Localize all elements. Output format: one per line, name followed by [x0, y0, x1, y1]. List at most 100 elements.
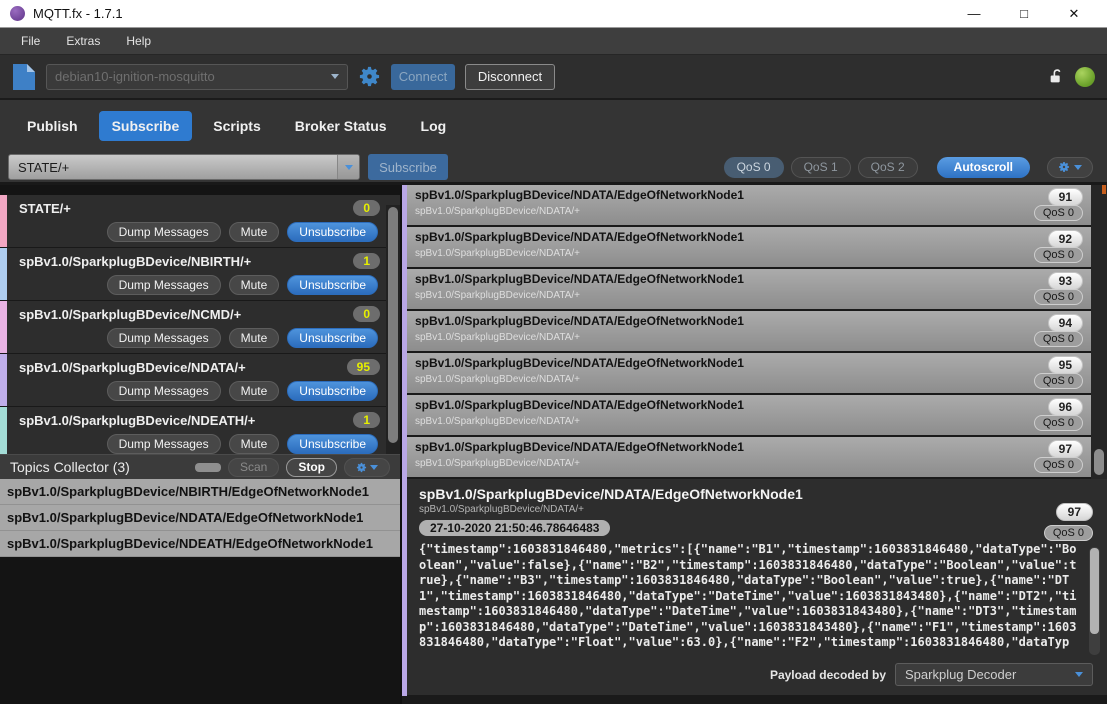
chevron-down-icon — [331, 74, 339, 79]
tab-publish[interactable]: Publish — [14, 111, 91, 141]
qos0-button[interactable]: QoS 0 — [724, 157, 784, 178]
unsubscribe-button[interactable]: Unsubscribe — [287, 381, 378, 401]
maximize-button[interactable]: □ — [999, 6, 1049, 22]
tab-log[interactable]: Log — [408, 111, 460, 141]
scan-button[interactable]: Scan — [228, 458, 279, 477]
subscription-card[interactable]: spBv1.0/SparkplugBDevice/NBIRTH/+ 1 Dump… — [0, 248, 400, 301]
dump-messages-button[interactable]: Dump Messages — [107, 222, 221, 242]
message-qos-badge: QoS 0 — [1034, 205, 1083, 221]
subscribe-topic-dropdown[interactable]: STATE/+ — [8, 154, 360, 180]
menu-item[interactable]: File — [8, 34, 53, 48]
subscription-card[interactable]: spBv1.0/SparkplugBDevice/NDATA/+ 95 Dump… — [0, 354, 400, 407]
subscription-topic: spBv1.0/SparkplugBDevice/NDEATH/+ — [19, 413, 353, 428]
message-topic: spBv1.0/SparkplugBDevice/NDATA/EdgeOfNet… — [415, 440, 1083, 455]
collected-topic-row[interactable]: spBv1.0/SparkplugBDevice/NDEATH/EdgeOfNe… — [0, 531, 400, 557]
message-qos-badge: QoS 0 — [1034, 457, 1083, 473]
subscription-topic: spBv1.0/SparkplugBDevice/NCMD/+ — [19, 307, 353, 322]
subscriptions-scrollbar[interactable] — [386, 205, 400, 454]
unsubscribe-button[interactable]: Unsubscribe — [287, 222, 378, 242]
collector-options-button[interactable] — [344, 458, 390, 477]
subscribe-options-button[interactable] — [1047, 157, 1093, 178]
mute-button[interactable]: Mute — [229, 222, 280, 242]
subscription-card[interactable]: STATE/+ 0 Dump Messages Mute Unsubscribe — [0, 195, 400, 248]
mute-button[interactable]: Mute — [229, 381, 280, 401]
minimize-button[interactable]: — — [949, 6, 999, 22]
message-row[interactable]: spBv1.0/SparkplugBDevice/NDATA/EdgeOfNet… — [407, 269, 1091, 309]
message-subscription: spBv1.0/SparkplugBDevice/NDATA/+ — [415, 332, 1083, 344]
collected-topic-row[interactable]: spBv1.0/SparkplugBDevice/NDATA/EdgeOfNet… — [0, 505, 400, 531]
profile-dropdown-value: debian10-ignition-mosquitto — [55, 69, 331, 84]
tab-subscribe[interactable]: Subscribe — [99, 111, 193, 141]
dump-messages-button[interactable]: Dump Messages — [107, 434, 221, 454]
subscription-card[interactable]: spBv1.0/SparkplugBDevice/NDEATH/+ 1 Dump… — [0, 407, 400, 454]
profile-dropdown[interactable]: debian10-ignition-mosquitto — [46, 64, 348, 90]
mqttfx-logo-icon — [10, 6, 25, 21]
qos2-button[interactable]: QoS 2 — [858, 157, 918, 178]
detail-topic: spBv1.0/SparkplugBDevice/NDATA/EdgeOfNet… — [419, 486, 1095, 502]
subscribe-button[interactable]: Subscribe — [368, 154, 448, 180]
mute-button[interactable]: Mute — [229, 328, 280, 348]
mute-button[interactable]: Mute — [229, 275, 280, 295]
message-subscription: spBv1.0/SparkplugBDevice/NDATA/+ — [415, 416, 1083, 428]
dropdown-caret-button[interactable] — [337, 155, 359, 179]
scan-progress-indicator — [195, 463, 221, 472]
settings-gear-icon[interactable] — [358, 65, 381, 88]
tab-scripts[interactable]: Scripts — [200, 111, 273, 141]
autoscroll-toggle[interactable]: Autoscroll — [937, 157, 1030, 178]
message-row[interactable]: spBv1.0/SparkplugBDevice/NDATA/EdgeOfNet… — [407, 395, 1091, 435]
message-subscription: spBv1.0/SparkplugBDevice/NDATA/+ — [415, 206, 1083, 218]
message-row[interactable]: spBv1.0/SparkplugBDevice/NDATA/EdgeOfNet… — [407, 311, 1091, 351]
message-subscription: spBv1.0/SparkplugBDevice/NDATA/+ — [415, 248, 1083, 260]
message-topic: spBv1.0/SparkplugBDevice/NDATA/EdgeOfNet… — [415, 356, 1083, 371]
dump-messages-button[interactable]: Dump Messages — [107, 328, 221, 348]
dump-messages-button[interactable]: Dump Messages — [107, 381, 221, 401]
message-list-scrollbar[interactable] — [1091, 185, 1107, 479]
message-row[interactable]: spBv1.0/SparkplugBDevice/NDATA/EdgeOfNet… — [407, 353, 1091, 393]
scrollbar-thumb[interactable] — [1090, 548, 1099, 634]
dump-messages-button[interactable]: Dump Messages — [107, 275, 221, 295]
chevron-down-icon — [1074, 165, 1082, 170]
message-subscription: spBv1.0/SparkplugBDevice/NDATA/+ — [415, 458, 1083, 470]
chevron-down-icon — [345, 165, 353, 170]
connect-button[interactable]: Connect — [391, 64, 455, 90]
message-count-badge: 95 — [347, 359, 380, 375]
payload-scrollbar[interactable] — [1089, 547, 1100, 655]
menu-item[interactable]: Extras — [53, 34, 113, 48]
window-title: MQTT.fx - 1.7.1 — [33, 6, 949, 21]
title-bar: MQTT.fx - 1.7.1 — □ ✕ — [0, 0, 1107, 28]
new-profile-icon[interactable] — [12, 63, 36, 91]
unsubscribe-button[interactable]: Unsubscribe — [287, 434, 378, 454]
scrollbar-thumb[interactable] — [1094, 449, 1104, 475]
menu-item[interactable]: Help — [113, 34, 164, 48]
mute-button[interactable]: Mute — [229, 434, 280, 454]
payload-decoder-dropdown[interactable]: Sparkplug Decoder — [895, 663, 1093, 686]
message-list: spBv1.0/SparkplugBDevice/NDATA/EdgeOfNet… — [407, 185, 1091, 479]
stop-button[interactable]: Stop — [286, 458, 337, 477]
message-number-badge: 96 — [1048, 398, 1083, 416]
message-row[interactable]: spBv1.0/SparkplugBDevice/NDATA/EdgeOfNet… — [407, 437, 1091, 477]
connection-bar: debian10-ignition-mosquitto Connect Disc… — [0, 55, 1107, 100]
message-count-badge: 0 — [353, 200, 380, 216]
topics-collector-title: Topics Collector (3) — [10, 459, 188, 475]
disconnect-button[interactable]: Disconnect — [465, 64, 555, 90]
message-row[interactable]: spBv1.0/SparkplugBDevice/NDATA/EdgeOfNet… — [407, 227, 1091, 267]
detail-qos-badge: QoS 0 — [1044, 525, 1093, 541]
message-number-badge: 97 — [1048, 440, 1083, 458]
message-qos-badge: QoS 0 — [1034, 289, 1083, 305]
scrollbar-thumb[interactable] — [388, 207, 398, 443]
payload-text[interactable]: {"timestamp":1603831846480,"metrics":[{"… — [419, 542, 1081, 651]
close-button[interactable]: ✕ — [1049, 6, 1099, 22]
message-row[interactable]: spBv1.0/SparkplugBDevice/NDATA/EdgeOfNet… — [407, 185, 1091, 225]
message-topic: spBv1.0/SparkplugBDevice/NDATA/EdgeOfNet… — [415, 272, 1083, 287]
unsubscribe-button[interactable]: Unsubscribe — [287, 275, 378, 295]
message-number-badge: 93 — [1048, 272, 1083, 290]
messages-panel: spBv1.0/SparkplugBDevice/NDATA/EdgeOfNet… — [402, 185, 1107, 704]
collected-topic-row[interactable]: spBv1.0/SparkplugBDevice/NBIRTH/EdgeOfNe… — [0, 479, 400, 505]
unsubscribe-button[interactable]: Unsubscribe — [287, 328, 378, 348]
message-topic: spBv1.0/SparkplugBDevice/NDATA/EdgeOfNet… — [415, 230, 1083, 245]
subscription-card[interactable]: spBv1.0/SparkplugBDevice/NCMD/+ 0 Dump M… — [0, 301, 400, 354]
subscription-topic: spBv1.0/SparkplugBDevice/NBIRTH/+ — [19, 254, 353, 269]
tab-broker-status[interactable]: Broker Status — [282, 111, 400, 141]
qos1-button[interactable]: QoS 1 — [791, 157, 851, 178]
tab-bar: Publish Subscribe Scripts Broker Status … — [0, 100, 1107, 152]
